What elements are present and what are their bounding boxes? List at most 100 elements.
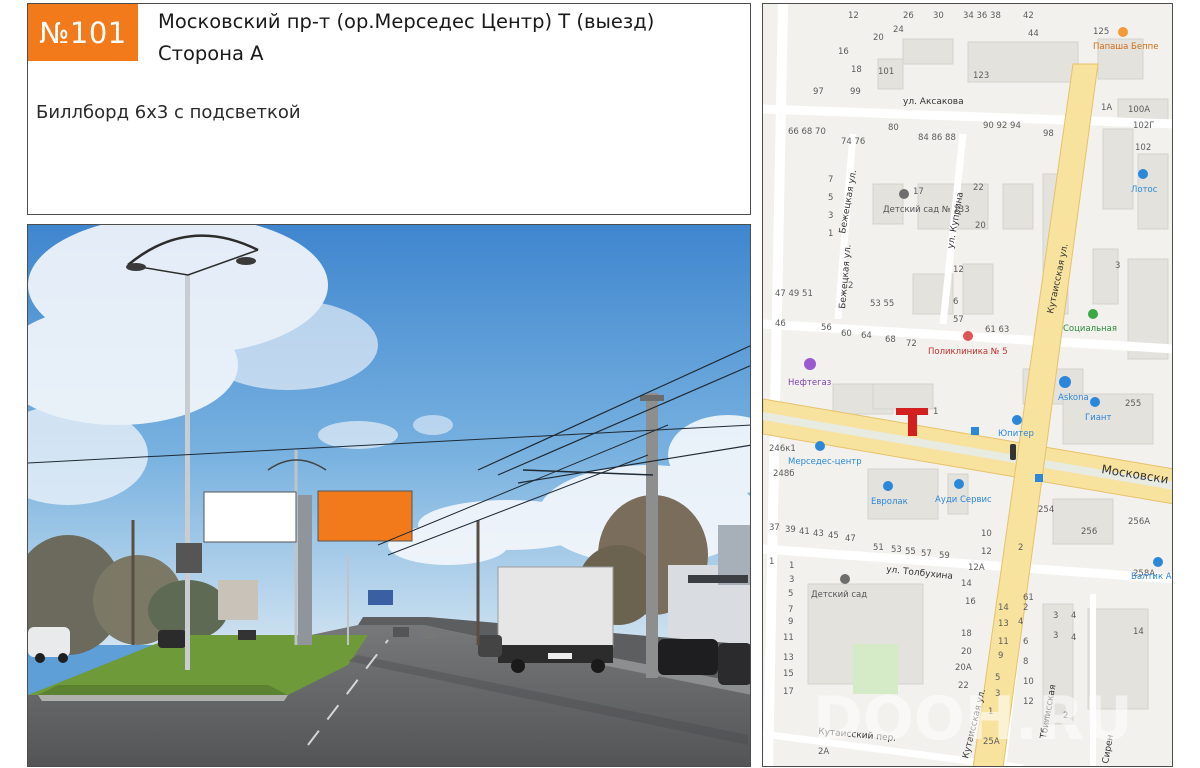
poi-kindergarten: Детский сад bbox=[811, 590, 867, 600]
poi-baltik: Балтик А bbox=[1131, 572, 1172, 582]
svg-text:9: 9 bbox=[788, 617, 793, 627]
svg-text:13: 13 bbox=[998, 619, 1009, 629]
poi-socialnaya: Социальная bbox=[1063, 324, 1117, 334]
poi-giant: Гиант bbox=[1085, 413, 1111, 423]
svg-text:37: 37 bbox=[769, 523, 780, 533]
svg-text:1А: 1А bbox=[1101, 103, 1112, 113]
svg-text:2: 2 bbox=[1018, 543, 1023, 553]
svg-text:22: 22 bbox=[973, 183, 984, 193]
svg-text:255: 255 bbox=[1125, 399, 1141, 409]
map-canvas: 12 26 30 34 36 38 42 2024 4416 18 10197 99 1251… bbox=[763, 4, 1172, 766]
billboard-number-badge: №101 bbox=[28, 4, 138, 61]
svg-text:20: 20 bbox=[873, 33, 884, 43]
svg-text:4: 4 bbox=[1018, 617, 1023, 627]
svg-text:30: 30 bbox=[933, 11, 944, 21]
svg-text:16: 16 bbox=[965, 597, 976, 607]
svg-text:17: 17 bbox=[783, 687, 794, 697]
svg-text:3: 3 bbox=[1053, 611, 1058, 621]
svg-text:1: 1 bbox=[933, 407, 938, 417]
svg-text:1: 1 bbox=[769, 557, 774, 567]
car-icon bbox=[883, 481, 893, 491]
poi-papasha-beppe: Папаша Беппе bbox=[1093, 42, 1158, 52]
truck bbox=[497, 566, 614, 673]
svg-text:59: 59 bbox=[939, 551, 950, 561]
restaurant-icon bbox=[1118, 27, 1128, 37]
svg-text:6: 6 bbox=[1023, 637, 1028, 647]
shop-icon bbox=[1012, 415, 1022, 425]
kindergarten-icon bbox=[899, 189, 909, 199]
svg-text:18: 18 bbox=[851, 65, 862, 75]
svg-text:24: 24 bbox=[893, 25, 904, 35]
billboard-side-b bbox=[203, 491, 297, 543]
car-icon bbox=[815, 441, 825, 451]
svg-text:7: 7 bbox=[788, 605, 793, 615]
svg-text:60: 60 bbox=[841, 329, 852, 339]
kindergarten-icon bbox=[840, 574, 850, 584]
shop-icon bbox=[1059, 376, 1071, 388]
svg-text:3: 3 bbox=[1115, 261, 1120, 271]
svg-text:61: 61 bbox=[1023, 593, 1034, 603]
svg-text:3: 3 bbox=[789, 575, 794, 585]
svg-text:4: 4 bbox=[1071, 611, 1076, 621]
svg-text:61 63: 61 63 bbox=[985, 325, 1009, 335]
billboard-photo bbox=[27, 224, 751, 767]
svg-text:14: 14 bbox=[1133, 627, 1144, 637]
location-map[interactable]: 12 26 30 34 36 38 42 20 24 44 16 18 101 97 99 125 1… bbox=[762, 3, 1173, 767]
place-icon bbox=[804, 358, 816, 370]
svg-text:51: 51 bbox=[873, 543, 884, 553]
svg-text:47 49 51: 47 49 51 bbox=[775, 289, 813, 299]
svg-text:57: 57 bbox=[953, 315, 964, 325]
hospital-icon bbox=[963, 331, 973, 341]
svg-text:20: 20 bbox=[975, 221, 986, 231]
svg-text:97: 97 bbox=[813, 87, 824, 97]
svg-text:46: 46 bbox=[775, 319, 786, 329]
svg-text:15: 15 bbox=[783, 669, 794, 679]
svg-text:20А: 20А bbox=[955, 663, 972, 673]
svg-text:123: 123 bbox=[973, 71, 989, 81]
svg-text:11: 11 bbox=[998, 637, 1009, 647]
svg-text:68: 68 bbox=[885, 335, 896, 345]
shop-icon bbox=[1138, 169, 1148, 179]
poi-jupiter: Юпитер bbox=[998, 429, 1034, 439]
street-bezhetskaya: Бежецкая ул. bbox=[838, 169, 859, 234]
svg-text:53: 53 bbox=[891, 545, 902, 555]
svg-text:2: 2 bbox=[1023, 603, 1028, 613]
svg-text:12А: 12А bbox=[968, 563, 985, 573]
svg-text:5: 5 bbox=[828, 193, 833, 203]
svg-text:14: 14 bbox=[998, 603, 1009, 613]
svg-text:4: 4 bbox=[1071, 633, 1076, 643]
svg-text:80: 80 bbox=[888, 123, 899, 133]
svg-text:102: 102 bbox=[1135, 143, 1151, 153]
svg-text:72: 72 bbox=[906, 339, 917, 349]
poi-askona: Askona bbox=[1058, 393, 1089, 403]
poi-evrolak: Евролак bbox=[871, 497, 908, 507]
svg-text:84 86 88: 84 86 88 bbox=[918, 133, 956, 143]
car-icon bbox=[1153, 557, 1163, 567]
poi-neftegaz: Нефтегаз bbox=[788, 378, 832, 388]
svg-text:248б: 248б bbox=[773, 469, 794, 479]
street-photo-illustration bbox=[28, 225, 750, 766]
poi-lotos: Лотос bbox=[1131, 185, 1158, 195]
svg-text:1: 1 bbox=[789, 561, 794, 571]
svg-text:246к1: 246к1 bbox=[769, 444, 796, 454]
svg-text:74 76: 74 76 bbox=[841, 137, 865, 147]
svg-text:5: 5 bbox=[788, 589, 793, 599]
side-label: Сторона А bbox=[158, 42, 264, 65]
svg-text:98: 98 bbox=[1043, 129, 1054, 139]
svg-text:41: 41 bbox=[799, 527, 810, 537]
svg-text:47: 47 bbox=[845, 534, 856, 544]
svg-text:99: 99 bbox=[850, 87, 861, 97]
svg-text:256А: 256А bbox=[1128, 517, 1150, 527]
svg-text:66 68 70: 66 68 70 bbox=[788, 127, 826, 137]
billboard-description: Биллборд 6х3 с подсветкой bbox=[36, 102, 301, 123]
billboard-side-a bbox=[317, 490, 413, 542]
location-title: Московский пр-т (ор.Мерседес Центр) Т (в… bbox=[158, 10, 655, 33]
poi-kindergarten-133: Детский сад № 133 bbox=[883, 205, 970, 215]
svg-text:100А: 100А bbox=[1128, 105, 1150, 115]
poi-mercedes-center: Мерседес-центр bbox=[788, 457, 862, 467]
svg-text:9: 9 bbox=[998, 651, 1003, 661]
svg-text:17: 17 bbox=[913, 187, 924, 197]
svg-text:12: 12 bbox=[848, 11, 859, 21]
svg-text:5: 5 bbox=[995, 673, 1000, 683]
svg-text:12: 12 bbox=[981, 547, 992, 557]
